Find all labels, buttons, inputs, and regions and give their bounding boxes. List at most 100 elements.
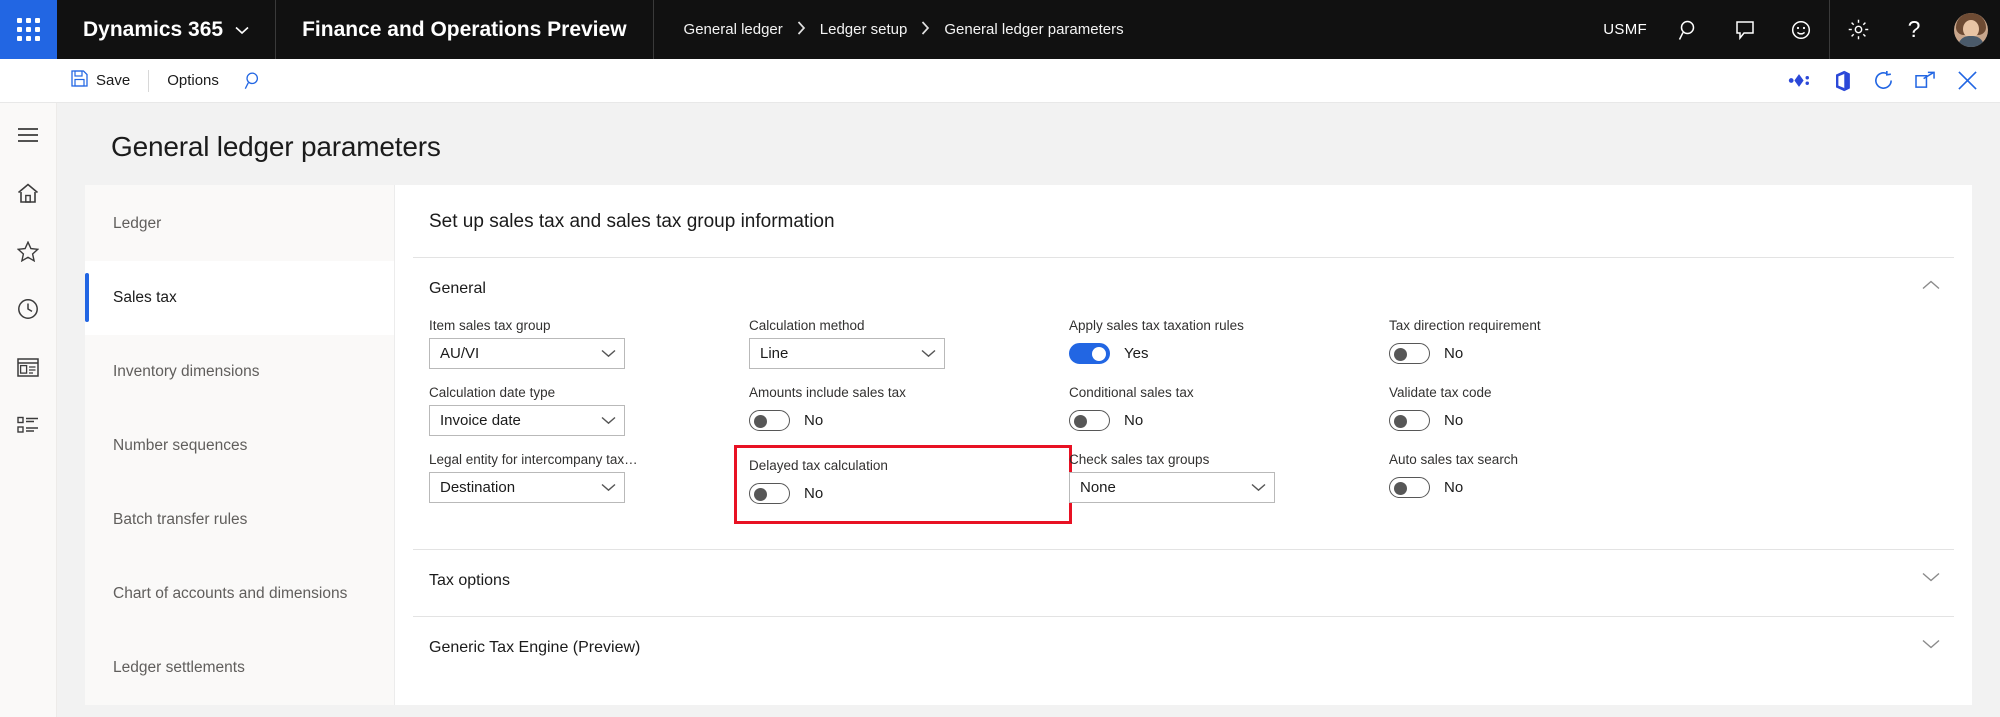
- home-icon[interactable]: [6, 175, 50, 211]
- field-label: Calculation date type: [429, 385, 556, 400]
- modules-list-icon[interactable]: [6, 407, 50, 443]
- refresh-icon[interactable]: [1862, 59, 1904, 103]
- recent-clock-icon[interactable]: [6, 291, 50, 327]
- field-legal-entity-intercompany-tax-posting: Legal entity for intercompany tax post..…: [429, 452, 749, 503]
- avatar[interactable]: [1954, 12, 1988, 47]
- field-label: Conditional sales tax: [1069, 385, 1194, 400]
- tab-label: Ledger: [113, 214, 162, 232]
- section-generic-tax-engine-title[interactable]: Generic Tax Engine (Preview): [413, 617, 1922, 683]
- smiley-icon[interactable]: [1773, 0, 1829, 59]
- sidebar-tab-ledger[interactable]: Ledger: [85, 187, 394, 261]
- validate-tax-code-toggle[interactable]: [1389, 410, 1430, 431]
- field-tax-direction-requirement: Tax direction requirement No: [1389, 318, 1709, 369]
- select-value: Invoice date: [440, 412, 521, 429]
- toggle-knob: [1394, 415, 1407, 428]
- office-icon[interactable]: [1820, 59, 1862, 103]
- app-launcher-button[interactable]: [0, 0, 57, 59]
- powerapps-icon[interactable]: [1778, 59, 1820, 103]
- sidebar-tab-sales-tax[interactable]: Sales tax: [85, 261, 394, 335]
- form-column-4: Tax direction requirement No Validate ta…: [1389, 318, 1709, 527]
- toggle-knob: [754, 415, 767, 428]
- toggle-value: No: [1444, 479, 1464, 496]
- breadcrumb-item-2[interactable]: General ledger parameters: [944, 21, 1123, 38]
- conditional-sales-tax-row: No: [1069, 405, 1389, 436]
- field-label: Apply sales tax taxation rules: [1069, 318, 1244, 333]
- toggle-value: No: [1444, 345, 1464, 362]
- gear-icon[interactable]: [1830, 0, 1886, 59]
- sidebar-tab-inventory-dimensions[interactable]: Inventory dimensions: [85, 335, 394, 409]
- help-icon[interactable]: ?: [1886, 0, 1942, 59]
- company-selector[interactable]: USMF: [1589, 0, 1661, 59]
- sidebar-tab-number-sequences[interactable]: Number sequences: [85, 409, 394, 483]
- tax-direction-requirement-toggle[interactable]: [1389, 343, 1430, 364]
- field-label: Auto sales tax search: [1389, 452, 1519, 467]
- toggle-knob: [1394, 482, 1407, 495]
- workspaces-icon[interactable]: [6, 349, 50, 385]
- tax-direction-requirement-row: No: [1389, 338, 1709, 369]
- item-sales-tax-group-select[interactable]: AU/VI: [429, 338, 625, 369]
- delayed-tax-calculation-toggle[interactable]: [749, 483, 790, 504]
- conditional-sales-tax-toggle[interactable]: [1069, 410, 1110, 431]
- section-tax-options-title[interactable]: Tax options: [413, 550, 1922, 616]
- save-button[interactable]: Save: [57, 59, 144, 103]
- options-button[interactable]: Options: [153, 59, 233, 103]
- field-amounts-include-sales-tax: Amounts include sales tax No: [749, 385, 1069, 436]
- apply-sales-tax-taxation-rules-toggle[interactable]: [1069, 343, 1110, 364]
- calculation-method-select[interactable]: Line: [749, 338, 945, 369]
- save-label: Save: [96, 72, 131, 89]
- section-tax-options-expand-button[interactable]: [1922, 550, 1954, 582]
- waffle-grid-icon: [17, 18, 40, 41]
- page-canvas: General ledger parameters Ledger Sales t…: [57, 103, 2000, 717]
- section-generic-tax-engine-inner: Generic Tax Engine (Preview): [413, 617, 1922, 683]
- chevron-down-icon: [921, 349, 936, 358]
- field-calculation-date-type: Calculation date type Invoice date: [429, 385, 749, 436]
- sidebar-tab-ledger-settlements[interactable]: Ledger settlements: [85, 631, 394, 705]
- hamburger-menu-icon[interactable]: [6, 117, 50, 153]
- auto-sales-tax-search-toggle[interactable]: [1389, 477, 1430, 498]
- toggle-value: No: [804, 412, 824, 429]
- breadcrumb: General ledger Ledger setup General ledg…: [654, 0, 1154, 59]
- section-generic-tax-engine: Generic Tax Engine (Preview): [413, 617, 1954, 683]
- brand-dynamics-menu[interactable]: Dynamics 365: [57, 0, 277, 59]
- breadcrumb-separator-icon-2: [921, 20, 930, 39]
- field-validate-tax-code: Validate tax code No: [1389, 385, 1709, 436]
- tab-label: Chart of accounts and dimensions: [113, 584, 348, 602]
- check-sales-tax-groups-select[interactable]: None: [1069, 472, 1275, 503]
- favorites-star-icon[interactable]: [6, 233, 50, 269]
- amounts-include-sales-tax-toggle[interactable]: [749, 410, 790, 431]
- avatar-face: [1963, 19, 1979, 38]
- toolbar-divider: [148, 69, 150, 92]
- help-glyph: ?: [1907, 16, 1921, 42]
- sidebar-tab-batch-transfer-rules[interactable]: Batch transfer rules: [85, 483, 394, 557]
- auto-sales-tax-search-row: No: [1389, 472, 1709, 503]
- amounts-include-sales-tax-row: No: [749, 405, 1069, 436]
- toggle-knob: [754, 488, 767, 501]
- chevron-down-icon: [601, 483, 616, 492]
- open-in-new-window-icon[interactable]: [1904, 59, 1946, 103]
- app-name-text: Finance and Operations Preview: [302, 17, 627, 41]
- section-general-title[interactable]: General: [413, 258, 1922, 298]
- close-icon[interactable]: [1946, 59, 1988, 103]
- search-icon[interactable]: [1661, 0, 1717, 59]
- field-label: Check sales tax groups: [1069, 452, 1210, 467]
- section-generic-tax-engine-expand-button[interactable]: [1922, 617, 1954, 649]
- tab-label: Sales tax: [113, 288, 177, 306]
- calculation-date-type-select[interactable]: Invoice date: [429, 405, 625, 436]
- field-conditional-sales-tax: Conditional sales tax No: [1069, 385, 1389, 436]
- tab-sidebar: Ledger Sales tax Inventory dimensions Nu…: [85, 185, 395, 705]
- toggle-knob: [1074, 415, 1087, 428]
- breadcrumb-item-0[interactable]: General ledger: [684, 21, 783, 38]
- chevron-down-icon: [235, 22, 249, 38]
- toolbar-search-icon[interactable]: [233, 59, 275, 103]
- sidebar-tab-chart-of-accounts[interactable]: Chart of accounts and dimensions: [85, 557, 394, 631]
- form-column-3: Apply sales tax taxation rules Yes Condi…: [1069, 318, 1389, 527]
- toggle-knob: [1092, 347, 1106, 361]
- breadcrumb-item-1[interactable]: Ledger setup: [820, 21, 908, 38]
- legal-entity-intercompany-tax-posting-select[interactable]: Destination: [429, 472, 625, 503]
- field-delayed-tax-calculation: Delayed tax calculation No: [734, 445, 1072, 524]
- feedback-icon[interactable]: [1717, 0, 1773, 59]
- section-general-collapse-button[interactable]: [1922, 258, 1954, 290]
- action-pane-toolbar: Save Options: [0, 59, 2000, 103]
- tab-label: Ledger settlements: [113, 658, 245, 676]
- chevron-down-icon: [1251, 483, 1266, 492]
